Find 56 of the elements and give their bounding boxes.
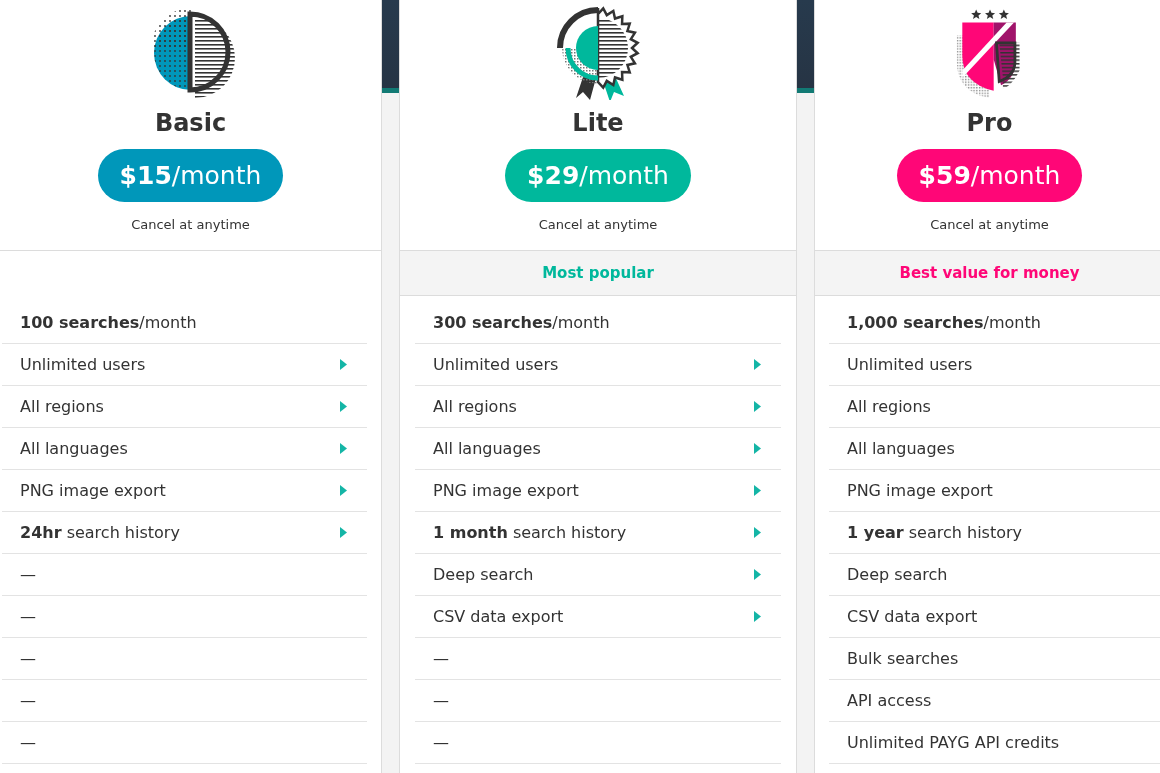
feature-text: All languages [433, 439, 541, 458]
feature-text: — [20, 607, 36, 626]
caret-icon[interactable] [340, 401, 347, 412]
feature-text: — [433, 733, 449, 752]
caret-icon[interactable] [754, 611, 761, 622]
plan-title: Lite [572, 108, 624, 139]
feature-text: — [20, 565, 36, 584]
cancel-note: Cancel at anytime [930, 216, 1049, 234]
feature-text: All regions [433, 397, 517, 416]
feature-text: Deep search [433, 565, 534, 584]
price-button[interactable]: $59/month [896, 149, 1083, 202]
plan-title: Basic [154, 108, 227, 139]
feature-text: CSV data export [433, 607, 564, 626]
feature-text: — [20, 649, 36, 668]
feature-text: 1,000 searches/month [847, 313, 1041, 332]
feature-text: — [20, 691, 36, 710]
badge-text: Best value for money [899, 264, 1080, 282]
caret-icon[interactable] [754, 401, 761, 412]
feature-text: 1 year search history [847, 523, 1023, 542]
feature-text: — [433, 691, 449, 710]
caret-icon[interactable] [340, 485, 347, 496]
caret-icon[interactable] [754, 485, 761, 496]
price-button[interactable]: $15/month [97, 149, 284, 202]
caret-icon[interactable] [754, 569, 761, 580]
feature-text: All regions [847, 397, 931, 416]
feature-text: 24hr search history [20, 523, 180, 542]
plan-title: Pro [966, 108, 1013, 139]
feature-text: All regions [20, 397, 104, 416]
caret-icon[interactable] [340, 443, 347, 454]
feature-text: 300 searches/month [433, 313, 610, 332]
badge-text: Most popular [542, 264, 654, 282]
feature-text: Unlimited users [433, 355, 559, 374]
feature-text: All languages [20, 439, 128, 458]
feature-text: Bulk searches [847, 649, 959, 668]
cancel-note: Cancel at anytime [538, 216, 658, 234]
feature-text: All languages [847, 439, 955, 458]
cancel-note: Cancel at anytime [131, 216, 250, 234]
caret-icon[interactable] [754, 443, 761, 454]
feature-text: API access [847, 691, 932, 710]
caret-icon[interactable] [340, 527, 347, 538]
feature-text: Unlimited PAYG API credits [847, 733, 1060, 752]
feature-text: 1 month search history [433, 523, 627, 542]
feature-text: Unlimited users [847, 355, 973, 374]
caret-icon[interactable] [754, 527, 761, 538]
feature-text: PNG image export [433, 481, 579, 500]
feature-text: CSV data export [847, 607, 978, 626]
feature-text: Deep search [847, 565, 948, 584]
feature-text: — [433, 649, 449, 668]
feature-text: 100 searches/month [20, 313, 197, 332]
feature-text: Unlimited users [20, 355, 146, 374]
price-button[interactable]: $29/month [505, 149, 691, 202]
feature-text: — [20, 733, 36, 752]
feature-text: PNG image export [20, 481, 166, 500]
caret-icon[interactable] [340, 359, 347, 370]
feature-text: PNG image export [847, 481, 993, 500]
caret-icon[interactable] [754, 359, 761, 370]
